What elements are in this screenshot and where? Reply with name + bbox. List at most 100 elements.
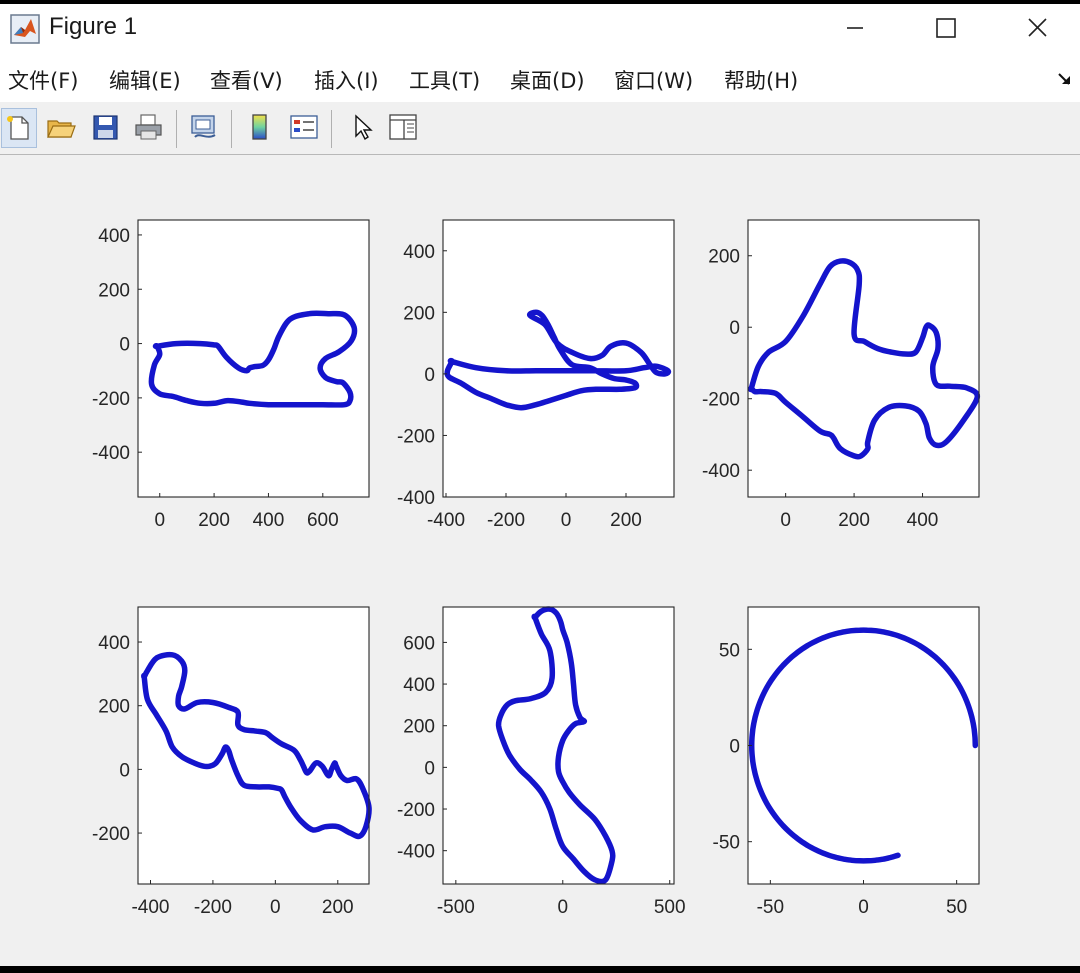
insert-colorbar-button[interactable] — [243, 108, 277, 146]
y-tick-label: -200 — [92, 389, 130, 410]
menu-help[interactable]: 帮助(H) — [724, 65, 798, 95]
y-tick-label: 400 — [403, 675, 435, 696]
y-tick-label: -200 — [702, 390, 740, 411]
axes-background[interactable] — [138, 220, 369, 497]
x-tick-label: -400 — [131, 897, 169, 918]
y-tick-label: -400 — [92, 443, 130, 464]
menu-desktop[interactable]: 桌面(D) — [510, 65, 585, 95]
y-tick-label: -400 — [397, 842, 435, 863]
open-file-icon — [47, 120, 76, 138]
x-tick-label: 0 — [561, 510, 572, 531]
y-tick-label: 200 — [708, 247, 740, 268]
subplots: 0 200 400 6004002000-200-400-400 -200 0 200400… — [92, 219, 981, 918]
edit-plot-arrow-icon — [355, 114, 373, 141]
print-figure-icon — [135, 114, 162, 140]
x-tick-label: 600 — [307, 510, 339, 531]
y-tick-label: 400 — [403, 242, 435, 263]
property-inspector-button[interactable] — [385, 108, 419, 146]
x-tick-label: -400 — [427, 510, 465, 531]
x-tick-label: 0 — [154, 510, 165, 531]
axes-background[interactable] — [443, 220, 674, 497]
x-tick-label: 0 — [557, 897, 568, 918]
x-tick-label: 500 — [654, 897, 686, 918]
axes-background[interactable] — [748, 607, 979, 884]
y-tick-label: -400 — [397, 488, 435, 509]
link-plot-button[interactable] — [186, 108, 220, 146]
subplot-5[interactable]: -500 0 500 600 400 200 0 -200 -400 — [397, 606, 686, 918]
y-tick-label: -50 — [713, 833, 740, 854]
open-file-button[interactable] — [43, 108, 77, 146]
close-icon — [1028, 18, 1047, 37]
insert-legend-button[interactable] — [286, 108, 320, 146]
toolbar-separator — [176, 110, 177, 148]
y-tick-label: -200 — [92, 824, 130, 845]
y-tick-label: 0 — [729, 737, 740, 758]
x-tick-label: 0 — [858, 897, 869, 918]
insert-legend-icon — [290, 115, 318, 139]
save-figure-button[interactable] — [88, 108, 122, 146]
figure-toolbar — [0, 102, 1080, 155]
menu-bar: 文件(F) 编辑(E) 查看(V) 插入(I) 工具(T) 桌面(D) 窗口(W… — [0, 52, 1080, 102]
x-tick-label: 200 — [838, 510, 870, 531]
x-tick-label: 400 — [253, 510, 285, 531]
x-tick-label: 0 — [780, 510, 791, 531]
y-tick-label: 600 — [403, 633, 435, 654]
dock-arrow-icon[interactable] — [1056, 70, 1074, 88]
title-bar: Figure 1 — [0, 4, 1080, 52]
link-plot-icon — [191, 115, 216, 138]
y-tick-label: -400 — [702, 461, 740, 482]
y-tick-label: 50 — [719, 640, 740, 661]
y-tick-label: 200 — [403, 717, 435, 738]
x-tick-label: 200 — [322, 897, 354, 918]
y-tick-label: 0 — [424, 365, 435, 386]
minimize-icon — [847, 27, 863, 29]
menu-edit[interactable]: 编辑(E) — [109, 65, 181, 95]
new-figure-button[interactable] — [1, 108, 37, 148]
y-tick-label: 200 — [98, 280, 130, 301]
menu-tools[interactable]: 工具(T) — [409, 65, 480, 95]
maximize-button[interactable] — [900, 4, 990, 52]
menu-view[interactable]: 查看(V) — [210, 65, 283, 95]
y-tick-label: -200 — [397, 800, 435, 821]
y-tick-label: 400 — [98, 633, 130, 654]
y-tick-label: -200 — [397, 426, 435, 447]
x-tick-label: 0 — [270, 897, 281, 918]
figure-canvas: 0 200 400 600 400 200 0 -200 -400 -400 -200 0 200 400… — [0, 156, 1080, 966]
maximize-icon — [936, 18, 956, 38]
y-tick-label: 0 — [729, 318, 740, 339]
y-tick-label: 0 — [119, 335, 130, 356]
new-figure-icon — [7, 116, 29, 140]
subplot-4[interactable]: -400 -200 0 200 400 200 0 -200 — [92, 606, 372, 918]
edit-plot-button[interactable] — [345, 108, 379, 146]
minimize-button[interactable] — [810, 4, 900, 52]
toolbar-separator — [231, 110, 232, 148]
x-tick-label: 400 — [907, 510, 939, 531]
menu-file[interactable]: 文件(F) — [8, 65, 78, 95]
property-inspector-icon — [389, 114, 417, 140]
close-button[interactable] — [990, 4, 1080, 52]
x-tick-label: -50 — [757, 897, 784, 918]
subplot-2[interactable]: -400 -200 0 200 400 200 0 -200 -400 — [397, 219, 675, 531]
subplot-1[interactable]: 0 200 400 600 400 200 0 -200 -400 — [92, 219, 370, 531]
x-tick-label: -500 — [437, 897, 475, 918]
menu-window[interactable]: 窗口(W) — [614, 65, 693, 95]
matlab-logo-icon — [10, 14, 40, 44]
menu-insert[interactable]: 插入(I) — [314, 65, 379, 95]
x-tick-label: -200 — [487, 510, 525, 531]
subplot-3[interactable]: 0 200 400 200 0 -200 -400 — [702, 219, 981, 531]
y-tick-label: 0 — [119, 760, 130, 781]
toolbar-separator — [331, 110, 332, 148]
x-tick-label: 50 — [946, 897, 967, 918]
print-figure-button[interactable] — [131, 108, 165, 146]
y-tick-label: 200 — [403, 303, 435, 324]
y-tick-label: 0 — [424, 758, 435, 779]
x-tick-label: 200 — [198, 510, 230, 531]
subplot-6[interactable]: -50 0 50 50 0 -50 — [713, 606, 980, 918]
window-title: Figure 1 — [49, 13, 138, 40]
y-tick-label: 200 — [98, 697, 130, 718]
y-tick-label: 400 — [98, 226, 130, 247]
figure-window: Figure 1 文件(F) 编辑(E) 查看(V) 插入(I) 工具(T) 桌… — [0, 4, 1080, 966]
insert-colorbar-icon — [252, 114, 267, 140]
save-figure-icon — [93, 115, 118, 140]
x-tick-label: 200 — [610, 510, 642, 531]
